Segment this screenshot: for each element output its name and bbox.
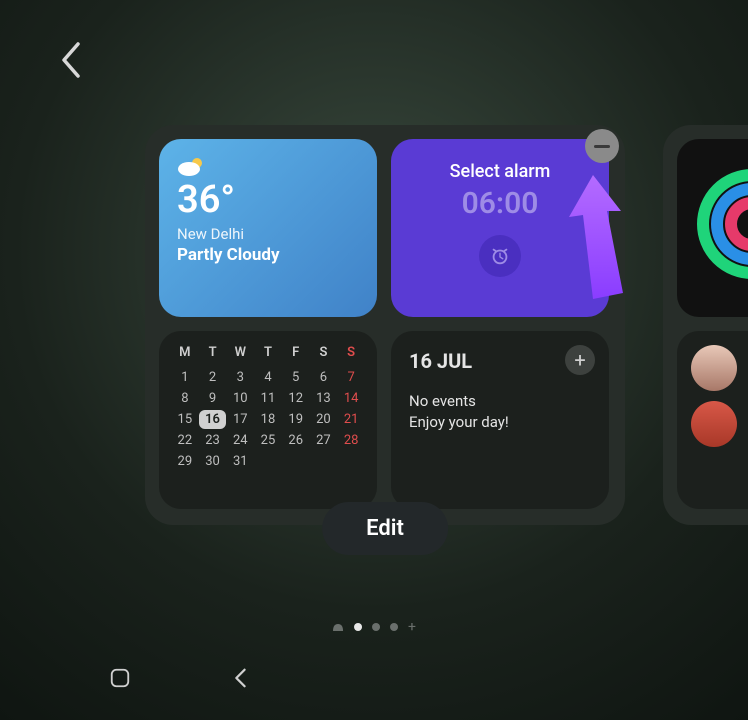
page-dot-home-icon [332, 622, 344, 632]
calendar-day: 24 [226, 431, 254, 450]
calendar-day: 28 [337, 431, 365, 450]
alarm-clock-icon [479, 235, 521, 277]
calendar-day: 10 [226, 389, 254, 408]
calendar-day: 2 [199, 368, 227, 387]
remove-widget-button[interactable] [585, 129, 619, 163]
calendar-day: 30 [199, 452, 227, 471]
nav-back-button[interactable] [210, 667, 270, 693]
calendar-day: 9 [199, 389, 227, 408]
system-navbar [0, 652, 748, 708]
events-date: 16 JUL [409, 349, 591, 373]
calendar-day: 21 [337, 410, 365, 429]
calendar-day: 4 [254, 368, 282, 387]
calendar-day: 5 [282, 368, 310, 387]
calendar-header: T [254, 345, 282, 366]
calendar-day: 12 [282, 389, 310, 408]
calendar-day: 19 [282, 410, 310, 429]
add-event-button[interactable]: + [565, 345, 595, 375]
widget-panel: 36° New Delhi Partly Cloudy Select alarm… [145, 125, 625, 525]
alarm-title: Select alarm [409, 161, 591, 182]
alarm-time: 06:00 [409, 186, 591, 221]
calendar-day: 22 [171, 431, 199, 450]
calendar-day: 6 [310, 368, 338, 387]
calendar-day: 20 [310, 410, 338, 429]
calendar-day: 14 [337, 389, 365, 408]
calendar-header: T [199, 345, 227, 366]
nav-recents-button[interactable] [90, 667, 150, 693]
alarm-widget[interactable]: Select alarm 06:00 [391, 139, 609, 317]
calendar-day: 15 [171, 410, 199, 429]
activity-rings-widget-peek [677, 139, 748, 317]
calendar-header: F [282, 345, 310, 366]
page-dot-add-icon: + [408, 623, 416, 631]
calendar-day: 31 [226, 452, 254, 471]
weather-widget[interactable]: 36° New Delhi Partly Cloudy [159, 139, 377, 317]
calendar-day: 1 [171, 368, 199, 387]
calendar-header: W [226, 345, 254, 366]
weather-temperature: 36° [177, 181, 359, 219]
events-no-events: No events [409, 391, 591, 412]
calendar-day: 26 [282, 431, 310, 450]
weather-city: New Delhi [177, 225, 359, 243]
page-indicator[interactable]: + [332, 622, 416, 632]
contacts-widget-peek [677, 331, 748, 509]
page-dot [354, 623, 362, 631]
calendar-day: 13 [310, 389, 338, 408]
calendar-day: 25 [254, 431, 282, 450]
page-dot [372, 623, 380, 631]
edit-button[interactable]: Edit [322, 502, 448, 555]
calendar-header: S [310, 345, 338, 366]
avatar [691, 345, 737, 391]
calendar-day: 17 [226, 410, 254, 429]
back-button[interactable] [55, 40, 85, 80]
calendar-header: S [337, 345, 365, 366]
next-widget-panel-peek[interactable] [663, 125, 748, 525]
calendar-day: 23 [199, 431, 227, 450]
page-dot [390, 623, 398, 631]
calendar-day: 27 [310, 431, 338, 450]
calendar-day: 3 [226, 368, 254, 387]
calendar-header: M [171, 345, 199, 366]
calendar-day: 7 [337, 368, 365, 387]
calendar-widget[interactable]: MTWTFSS123456789101112131415161718192021… [159, 331, 377, 509]
calendar-day: 29 [171, 452, 199, 471]
events-enjoy: Enjoy your day! [409, 412, 591, 433]
calendar-day: 11 [254, 389, 282, 408]
weather-icon [177, 155, 207, 177]
calendar-day: 16 [199, 410, 227, 429]
calendar-day: 18 [254, 410, 282, 429]
calendar-day: 8 [171, 389, 199, 408]
events-widget[interactable]: + 16 JUL No events Enjoy your day! [391, 331, 609, 509]
weather-condition: Partly Cloudy [177, 245, 359, 265]
avatar [691, 401, 737, 447]
